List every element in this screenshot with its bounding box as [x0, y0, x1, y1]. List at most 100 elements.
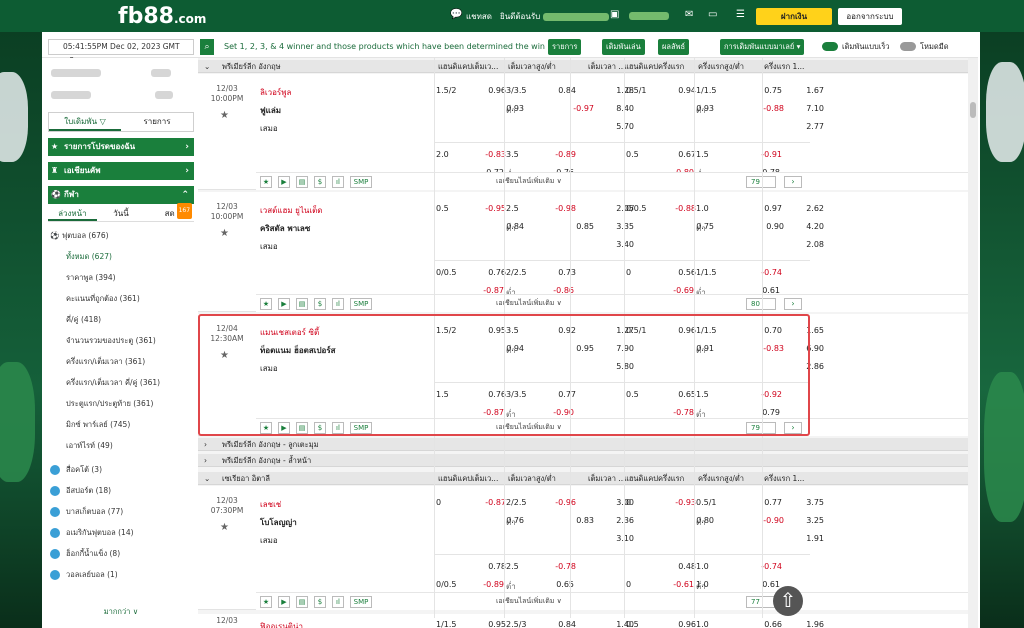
sidebar-sport-item[interactable]: มิกซ์ พาร์เลย์ (745)	[48, 417, 194, 433]
odds-cell[interactable]: 0.93	[490, 104, 524, 113]
search-icon[interactable]: ⌕	[200, 39, 214, 55]
stats-icon[interactable]: ▤	[296, 176, 308, 188]
tab-betslip[interactable]: ใบเดิมพัน ▽	[49, 113, 121, 131]
draw-odds[interactable]: 3.40	[600, 240, 634, 249]
chart-icon[interactable]: ıl	[332, 298, 344, 310]
scrollbar-thumb[interactable]	[970, 102, 976, 118]
odds-cell[interactable]: 0/0.5	[626, 204, 660, 213]
odds-cell[interactable]: 0.96	[472, 86, 506, 95]
league-header[interactable]: ⌄ เซเรียอา อิตาลี แฮนดิแคปเต็มเว... เต็มเวล…	[198, 472, 968, 485]
sidebar-sport-item[interactable]: เอาท์ไรท์ (49)	[48, 438, 194, 454]
odds-cell[interactable]: 1.0	[696, 620, 730, 628]
live-tv-icon[interactable]: ★	[260, 298, 272, 310]
odds-cell[interactable]: 2.5	[506, 562, 540, 571]
gift-icon[interactable]: ✉	[685, 9, 693, 20]
dollar-icon[interactable]: $	[314, 596, 326, 608]
chat-icon[interactable]: 💬	[450, 9, 462, 20]
deposit-button[interactable]: ฝากเงิน	[756, 8, 832, 25]
odds-cell[interactable]: 0.93	[680, 104, 714, 113]
smp-button[interactable]: SMP	[350, 298, 372, 310]
dollar-icon[interactable]: $	[314, 298, 326, 310]
odds-cell[interactable]: 1/1.5	[436, 620, 470, 628]
league-header[interactable]: › พรีเมียร์ลีก อังกฤษ - ลูกเตะมุม	[198, 438, 968, 451]
odds-cell[interactable]: 1/1.5	[696, 268, 730, 277]
play-icon[interactable]: ▶	[278, 176, 290, 188]
sidebar-sport-item[interactable]: ฮ็อกกี้น้ำแข็ง (8)	[48, 546, 194, 562]
odds-cell[interactable]: 0	[436, 498, 470, 507]
odds-cell[interactable]: 0.85	[560, 222, 594, 231]
sidebar-sport-item[interactable]: ครึ่งแรก/เต็มเวลา คี่/คู่ (361)	[48, 375, 194, 391]
sidebar-sport-item[interactable]: บาสเก็ตบอล (77)	[48, 504, 194, 520]
draw-odds[interactable]: 1.91	[790, 534, 824, 543]
home-team[interactable]: ลิเวอร์พูล	[260, 86, 291, 99]
tab-list[interactable]: รายการ	[121, 113, 193, 131]
odds-cell[interactable]: 1/1.5	[696, 86, 730, 95]
odds-cell[interactable]: -0.87	[472, 498, 506, 507]
chart-icon[interactable]: ıl	[332, 596, 344, 608]
odds-cell[interactable]: 1.0	[696, 580, 709, 589]
favorites-section[interactable]: ★ รายการโปรดของฉัน ›	[48, 138, 194, 156]
live-tv-icon[interactable]: ★	[260, 176, 272, 188]
odds-cell[interactable]: 0	[626, 268, 660, 277]
tab-today[interactable]: วันนี้	[97, 206, 146, 221]
odds-cell[interactable]: 0.77	[748, 498, 782, 507]
odds-cell[interactable]: 0.84	[542, 620, 576, 628]
odds-cell[interactable]: 3.75	[790, 498, 824, 507]
odds-cell[interactable]: 0.5	[626, 150, 660, 159]
odds-cell[interactable]: 0.80	[680, 516, 714, 525]
sidebar-sport-item[interactable]: ราคาพูล (394)	[48, 270, 194, 286]
odds-cell[interactable]: -0.89	[470, 580, 504, 589]
bet-play-button[interactable]: เดิมพันเล่น	[602, 39, 645, 55]
live-tv-icon[interactable]: ★	[260, 596, 272, 608]
odds-cell[interactable]: 8.40	[600, 104, 634, 113]
odds-cell[interactable]: 0/0.5	[436, 268, 470, 277]
odds-cell[interactable]: 2.36	[600, 516, 634, 525]
odds-cell[interactable]: -0.74	[748, 268, 782, 277]
sidebar-sport-item[interactable]: ครึ่งแรก/เต็มเวลา (361)	[48, 354, 194, 370]
market-count-select[interactable]: 80	[746, 298, 776, 310]
tab-early[interactable]: ล่วงหน้า	[48, 206, 97, 221]
more-lines-link[interactable]: เอเชียนไลน์เพิ่มเติม ∨	[496, 596, 562, 607]
sidebar-sport-item[interactable]: อีสปอร์ต (18)	[48, 483, 194, 499]
odds-cell[interactable]: 0.66	[748, 620, 782, 628]
odds-cell[interactable]: 0.56	[662, 268, 696, 277]
stats-icon[interactable]: ▤	[296, 596, 308, 608]
logo[interactable]: fb88.com	[118, 4, 206, 29]
odds-cell[interactable]: 0.94	[662, 86, 696, 95]
odds-cell[interactable]: 0.67	[662, 150, 696, 159]
play-icon[interactable]: ▶	[278, 596, 290, 608]
smp-button[interactable]: SMP	[350, 176, 372, 188]
sidebar-sport-item[interactable]: ⚽ ฟุตบอล (676)	[48, 228, 194, 244]
odds-cell[interactable]: 0.83	[560, 516, 594, 525]
play-icon[interactable]: ▶	[278, 298, 290, 310]
odds-cell[interactable]: 3/3.5	[506, 86, 540, 95]
odds-cell[interactable]: 2/2.5	[506, 268, 540, 277]
odds-cell[interactable]: 1.0	[696, 204, 730, 213]
sidebar-sport-item[interactable]: คะแนนที่ถูกต้อง (361)	[48, 291, 194, 307]
home-team[interactable]: เลชเช่	[260, 498, 281, 511]
odds-cell[interactable]: 0.95	[472, 620, 506, 628]
odds-cell[interactable]: -0.83	[472, 150, 506, 159]
sidebar-sport-item[interactable]: ทั้งหมด (627)	[48, 249, 194, 265]
odds-cell[interactable]: -0.88	[750, 104, 784, 113]
sidebar-sport-item[interactable]: คี่/คู่ (418)	[48, 312, 194, 328]
logout-button[interactable]: ออกจากระบบ	[838, 8, 902, 25]
odds-cell[interactable]: 3.5	[506, 150, 540, 159]
tab-live[interactable]: สด 167	[145, 203, 194, 221]
odds-cell[interactable]: 0.75	[680, 222, 714, 231]
odds-cell[interactable]: -0.61	[660, 580, 694, 589]
odds-cell[interactable]: 0.97	[748, 204, 782, 213]
odds-cell[interactable]: 0/0.5	[436, 580, 457, 589]
odds-cell[interactable]: 0.78	[472, 562, 506, 571]
sidebar-sport-item[interactable]: ประตูแรก/ประตูท้าย (361)	[48, 396, 194, 412]
next-arrow-icon[interactable]: ›	[784, 298, 802, 310]
home-team[interactable]: ฟิออเรนติน่า	[260, 620, 303, 628]
more-lines-link[interactable]: เอเชียนไลน์เพิ่มเติม ∨	[496, 298, 562, 309]
favorite-star-icon[interactable]: ★	[220, 110, 229, 121]
odds-cell[interactable]: 2.5/3	[506, 620, 540, 628]
odds-cell[interactable]: 0.5/1	[626, 86, 660, 95]
odds-cell[interactable]: -0.88	[662, 204, 696, 213]
away-team[interactable]: คริสตัล พาเลซ	[260, 222, 310, 235]
odds-cell[interactable]: 1.96	[790, 620, 824, 628]
odds-cell[interactable]: 7.10	[790, 104, 824, 113]
